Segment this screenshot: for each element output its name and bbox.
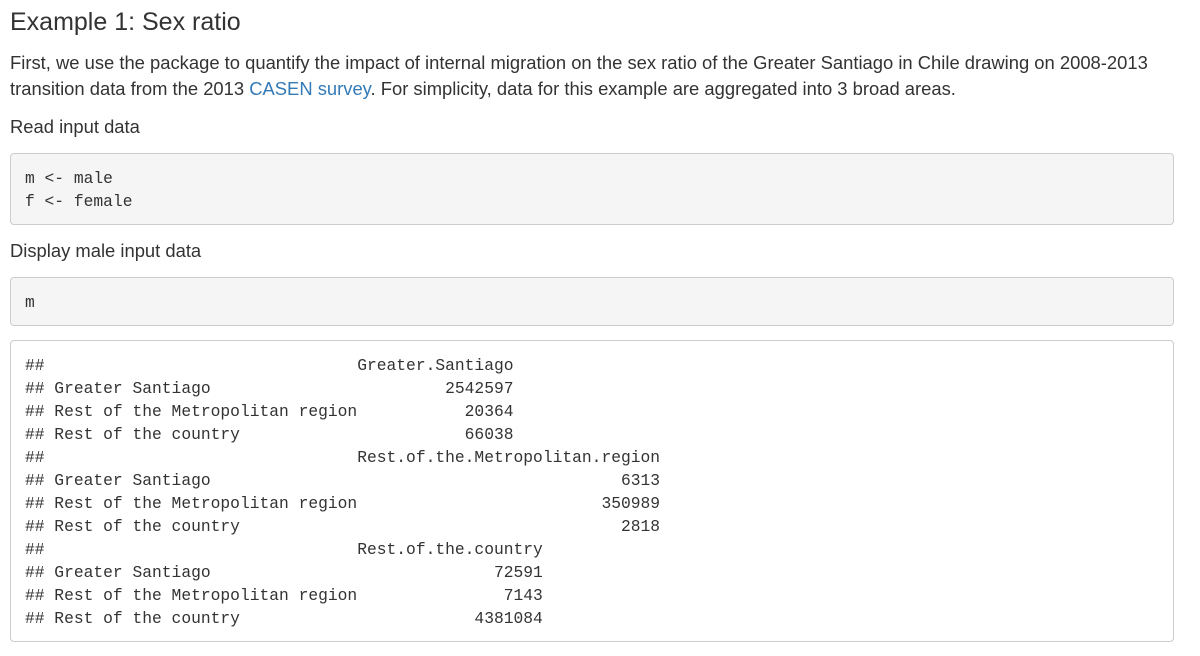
read-input-code: m <- male f <- female [25, 169, 133, 211]
casen-survey-link[interactable]: CASEN survey [249, 78, 370, 99]
output-text: ## Greater.Santiago ## Greater Santiago … [25, 356, 661, 628]
display-input-label: Display male input data [10, 240, 202, 261]
output-block: ## Greater.Santiago ## Greater Santiago … [10, 340, 1174, 642]
read-input-code-block: m <- male f <- female [10, 153, 1174, 225]
read-input-label: Read input data [10, 116, 140, 137]
intro-paragraph: First, we use the package to quantify th… [10, 50, 1185, 102]
document-page: Example 1: Sex ratio First, we use the p… [0, 0, 1200, 656]
section-heading: Example 1: Sex ratio [10, 8, 241, 36]
display-input-code: m [25, 293, 35, 312]
display-input-code-block: m [10, 277, 1174, 326]
intro-text-after-link: . For simplicity, data for this example … [370, 78, 956, 99]
